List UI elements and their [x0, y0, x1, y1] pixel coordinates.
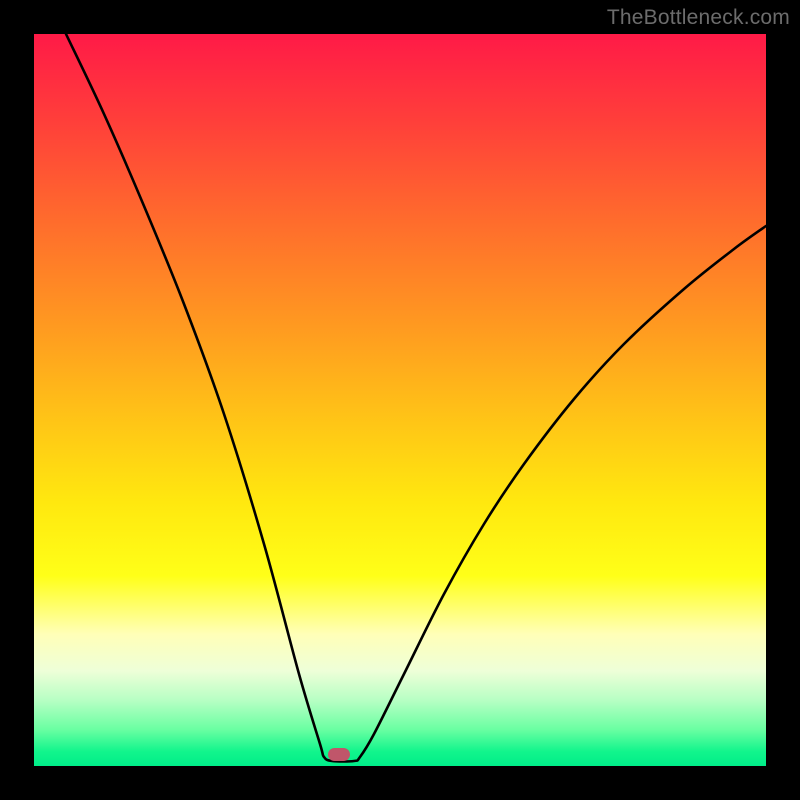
- plot-area: [34, 34, 766, 766]
- bottleneck-curve: [66, 34, 766, 762]
- chart-frame: TheBottleneck.com: [0, 0, 800, 800]
- curve-layer: [34, 34, 766, 766]
- watermark-label: TheBottleneck.com: [607, 6, 790, 30]
- bottleneck-marker: [328, 748, 350, 761]
